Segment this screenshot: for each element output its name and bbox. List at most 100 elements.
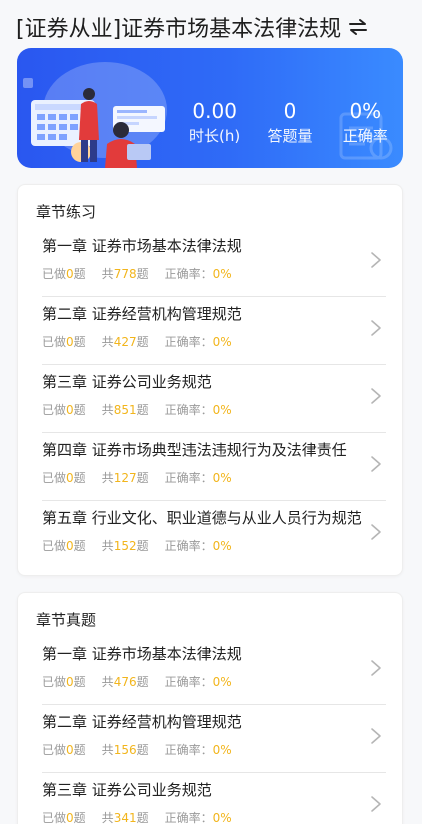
accuracy: 正确率：0%: [165, 401, 232, 418]
chapter-meta: 已做0题 共427题 正确率：0%: [42, 333, 248, 350]
stat-value: 0%: [349, 99, 382, 123]
accuracy-value: 0%: [212, 675, 232, 689]
done-count: 已做0题: [42, 265, 86, 282]
done-value: 0: [66, 403, 74, 417]
total-suffix: 题: [136, 471, 149, 485]
section-title: 章节真题: [36, 611, 97, 629]
accuracy-prefix: 正确率：: [164, 335, 213, 349]
done-suffix: 题: [73, 811, 86, 824]
total-prefix: 共: [101, 335, 114, 349]
done-count: 已做0题: [42, 809, 86, 824]
done-value: 0: [66, 675, 74, 689]
chapter-row[interactable]: 第二章 证券经营机构管理规范 已做0题 共427题 正确率：0%: [42, 297, 386, 365]
chevron-right-icon: [371, 456, 381, 472]
total-suffix: 题: [136, 335, 149, 349]
stat-label: 正确率: [342, 127, 388, 145]
accuracy-value: 0%: [212, 403, 232, 417]
done-count: 已做0题: [42, 673, 86, 690]
chapter-row[interactable]: 第五章 行业文化、职业道德与从业人员行为规范 已做0题 共152题 正确率：0%: [42, 501, 386, 569]
chapter-row[interactable]: 第三章 证券公司业务规范 已做0题 共341题 正确率：0%: [42, 773, 386, 824]
chevron-right-icon: [371, 320, 381, 336]
page: [证券从业]证券市场基本法律法规 0.00 时长(h) 0 答题量 0% 正确率…: [0, 0, 422, 824]
accuracy-value: 0%: [212, 539, 232, 553]
stat-answer-count: 0 答题量: [252, 98, 327, 158]
done-suffix: 题: [73, 743, 86, 757]
done-suffix: 题: [73, 403, 86, 417]
accuracy-prefix: 正确率：: [164, 743, 213, 757]
total-count: 共152题: [102, 537, 149, 554]
total-count: 共127题: [102, 469, 149, 486]
chapter-title: 第二章 证券经营机构管理规范: [42, 713, 242, 731]
accuracy: 正确率：0%: [165, 333, 232, 350]
chevron-right-icon: [371, 660, 381, 676]
chapter-row[interactable]: 第二章 证券经营机构管理规范 已做0题 共156题 正确率：0%: [42, 705, 386, 773]
chapter-title: 第三章 证券公司业务规范: [42, 373, 212, 391]
done-prefix: 已做: [42, 471, 67, 485]
total-suffix: 题: [136, 539, 149, 553]
total-count: 共427题: [102, 333, 149, 350]
accuracy-prefix: 正确率：: [164, 267, 213, 281]
done-prefix: 已做: [42, 403, 67, 417]
chapter-title: 第四章 证券市场典型违法违规行为及法律责任: [42, 441, 347, 459]
done-count: 已做0题: [42, 333, 86, 350]
total-value: 127: [113, 471, 137, 485]
chapter-title: 第五章 行业文化、职业道德与从业人员行为规范: [42, 509, 362, 527]
total-prefix: 共: [101, 403, 114, 417]
chevron-right-icon: [371, 796, 381, 812]
title-bar[interactable]: [证券从业]证券市场基本法律法规: [16, 10, 369, 44]
total-count: 共778题: [102, 265, 149, 282]
chapter-meta: 已做0题 共127题 正确率：0%: [42, 469, 248, 486]
done-value: 0: [66, 743, 74, 757]
chapter-row[interactable]: 第一章 证券市场基本法律法规 已做0题 共476题 正确率：0%: [42, 637, 386, 705]
total-suffix: 题: [136, 267, 149, 281]
done-count: 已做0题: [42, 469, 86, 486]
page-title: [证券从业]证券市场基本法律法规: [16, 17, 342, 42]
stat-label: 时长(h): [189, 127, 241, 145]
chapter-title: 第一章 证券市场基本法律法规: [42, 645, 242, 663]
done-value: 0: [66, 471, 74, 485]
chapter-row[interactable]: 第三章 证券公司业务规范 已做0题 共851 题 正确率：0%: [42, 365, 386, 433]
chapter-meta: 已做0题 共156题 正确率：0%: [42, 741, 248, 758]
chevron-right-icon: [371, 728, 381, 744]
accuracy-prefix: 正确率：: [164, 539, 213, 553]
chapter-row[interactable]: 第一章 证券市场基本法律法规 已做0题 共778题 正确率：0%: [42, 229, 386, 297]
done-count: 已做0题: [42, 741, 86, 758]
done-count: 已做0题: [42, 401, 86, 418]
accuracy-prefix: 正确率：: [164, 811, 213, 824]
chapter-real-exams-card: 章节真题 第一章 证券市场基本法律法规 已做0题 共476题 正确率：0% 第二章 证券…: [17, 592, 403, 824]
total-value: 427: [113, 335, 137, 349]
chevron-right-icon: [371, 252, 381, 268]
done-suffix: 题: [73, 471, 86, 485]
section-title: 章节练习: [36, 203, 97, 221]
chapter-row[interactable]: 第四章 证券市场典型违法违规行为及法律责任 已做0题 共127题 正确率：0%: [42, 433, 386, 501]
swap-arrows-icon[interactable]: [347, 16, 369, 38]
total-count: 共476题: [102, 673, 149, 690]
total-value: 156: [113, 743, 137, 757]
accuracy-value: 0%: [212, 471, 232, 485]
total-suffix: 题: [136, 675, 149, 689]
total-suffix: 题: [136, 811, 149, 824]
total-value: 851: [113, 403, 137, 417]
accuracy-prefix: 正确率：: [164, 471, 213, 485]
accuracy: 正确率：0%: [165, 537, 232, 554]
stat-label: 答题量: [267, 127, 313, 145]
done-count: 已做0题: [42, 537, 86, 554]
accuracy-value: 0%: [212, 335, 232, 349]
total-prefix: 共: [101, 811, 114, 824]
stat-accuracy: 0% 正确率: [328, 98, 403, 158]
chapter-meta: 已做0题 共851 题 正确率：0%: [42, 401, 248, 418]
accuracy-value: 0%: [212, 267, 232, 281]
total-count: 共341题: [102, 809, 149, 824]
done-suffix: 题: [73, 335, 86, 349]
done-value: 0: [66, 267, 74, 281]
chapter-meta: 已做0题 共341题 正确率：0%: [42, 809, 248, 824]
done-prefix: 已做: [42, 335, 67, 349]
done-prefix: 已做: [42, 675, 67, 689]
accuracy-value: 0%: [212, 743, 232, 757]
total-prefix: 共: [101, 539, 114, 553]
done-prefix: 已做: [42, 267, 67, 281]
total-count: 共156题: [102, 741, 149, 758]
accuracy: 正确率：0%: [165, 469, 232, 486]
chapter-meta: 已做0题 共152题 正确率：0%: [42, 537, 248, 554]
done-prefix: 已做: [42, 811, 67, 824]
